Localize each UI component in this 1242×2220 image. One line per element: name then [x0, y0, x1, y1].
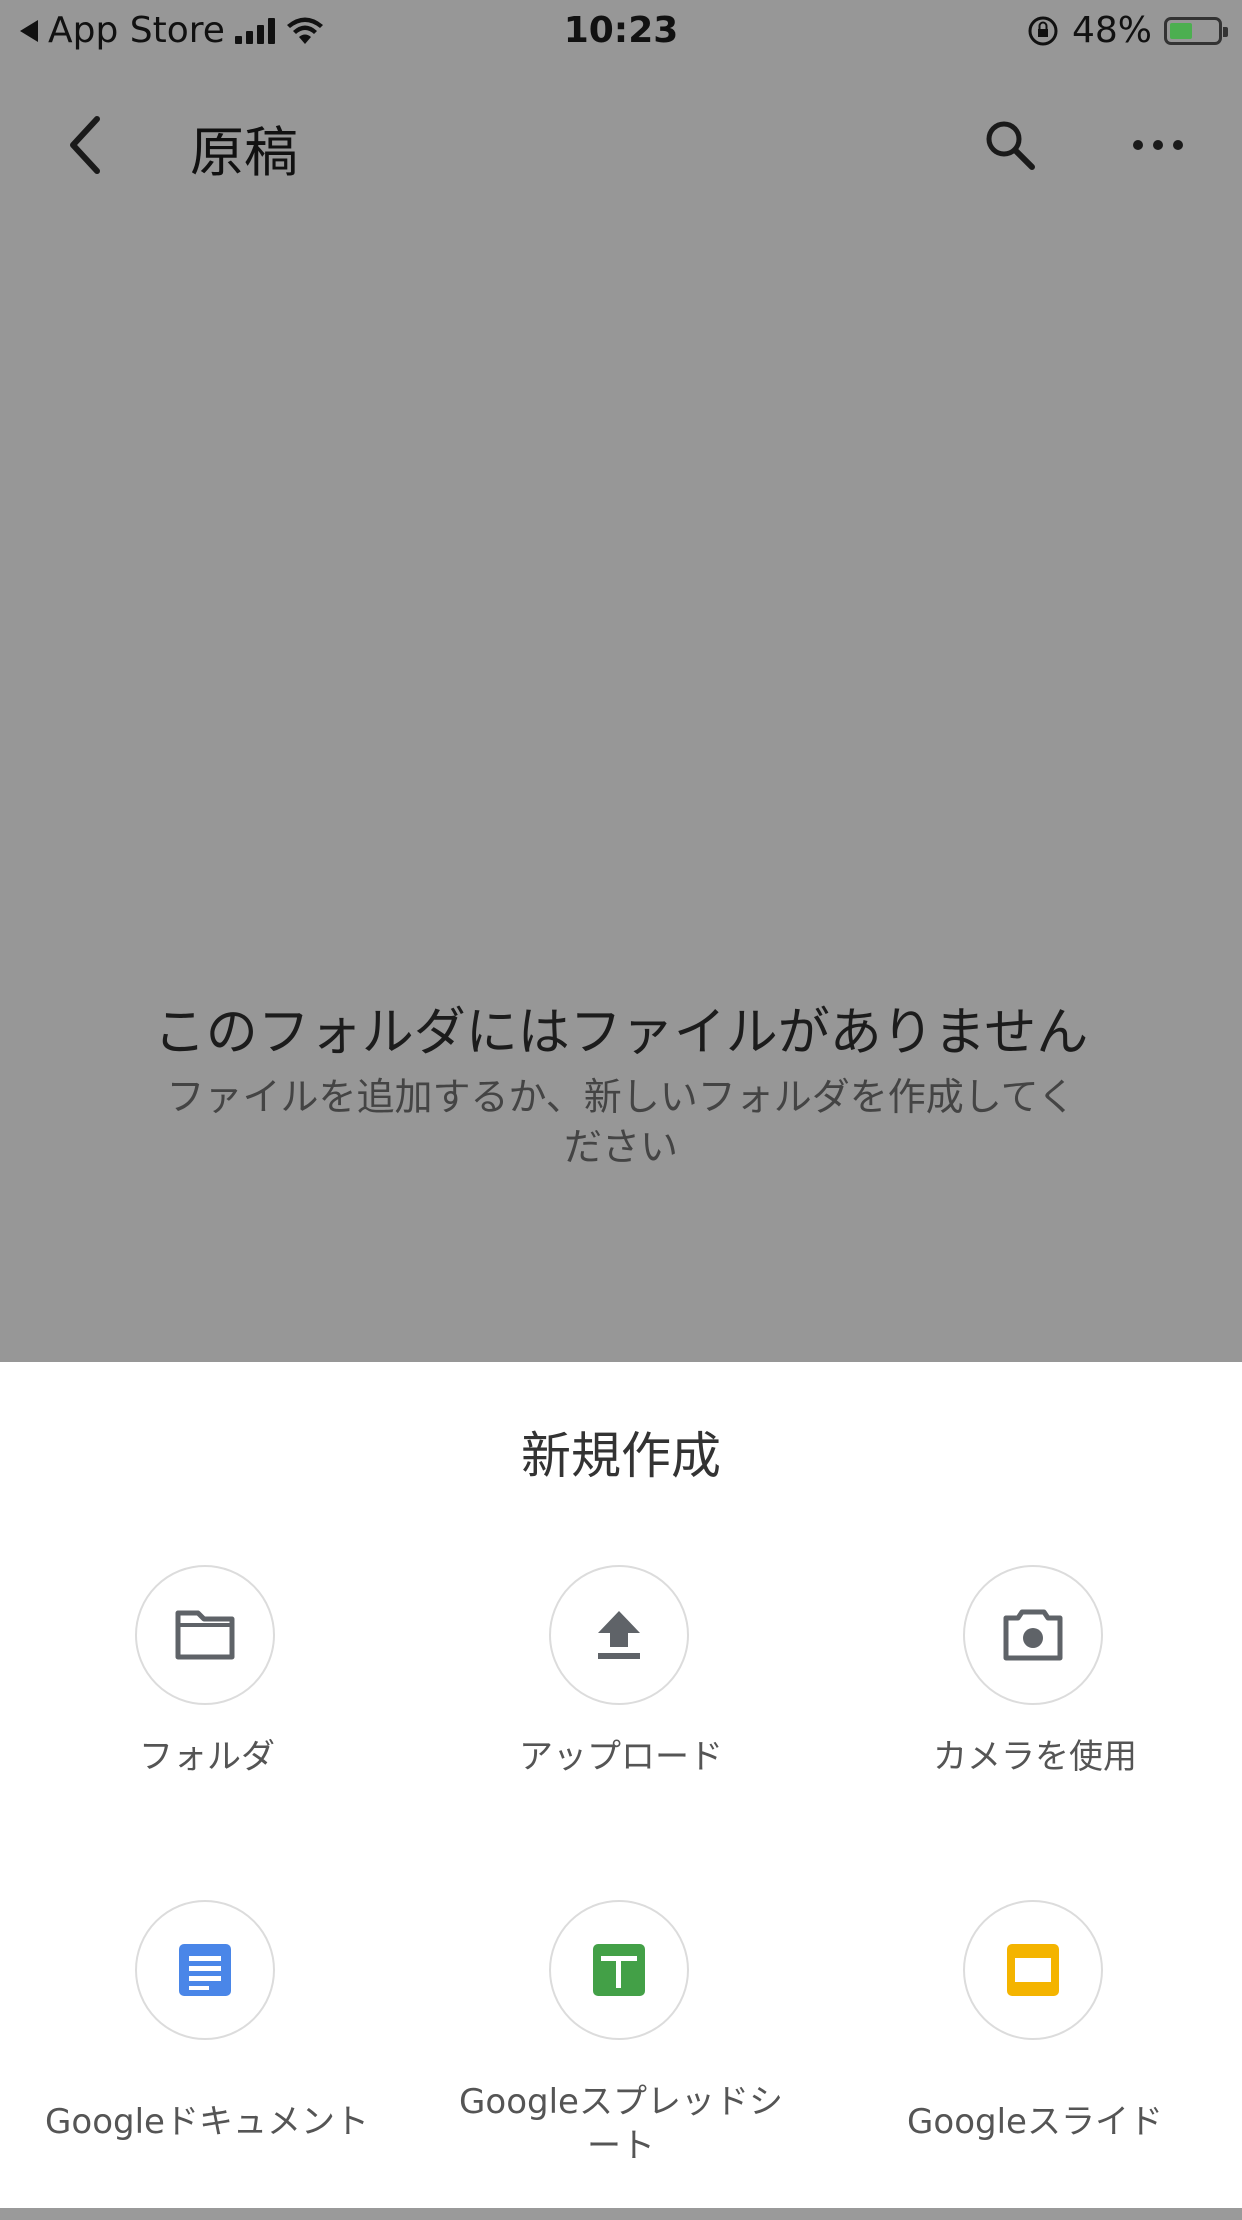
status-bar: App Store 10:23 48% — [0, 0, 1242, 66]
more-options-button[interactable] — [1123, 110, 1193, 180]
search-button[interactable] — [975, 110, 1045, 180]
more-horizontal-icon — [1133, 140, 1183, 150]
upload-option-label: アップロード — [519, 1737, 723, 1777]
status-right: 48% — [1026, 10, 1228, 51]
slides-option-circle[interactable] — [963, 1900, 1103, 2040]
search-icon — [986, 121, 1035, 170]
use-camera-option[interactable]: カメラを使用 — [828, 1565, 1242, 1885]
google-slides-option[interactable]: Googleスライド — [828, 1900, 1242, 2220]
folder-icon — [175, 1610, 235, 1660]
orientation-lock-icon — [1028, 16, 1058, 45]
docs-option-label: Googleドキュメント — [45, 2102, 369, 2142]
back-button[interactable] — [50, 110, 120, 180]
battery-icon — [1164, 16, 1228, 45]
camera-option-label: カメラを使用 — [933, 1737, 1137, 1777]
google-docs-icon — [179, 1944, 231, 1996]
page-title: 原稿 — [190, 121, 298, 184]
folder-option-label: フォルダ — [139, 1737, 275, 1777]
battery-percent: 48% — [1071, 10, 1152, 51]
upload-icon — [598, 1611, 640, 1659]
top-toolbar: 原稿 — [0, 90, 1242, 200]
upload-option-circle[interactable] — [549, 1565, 689, 1705]
google-slides-icon — [1007, 1944, 1059, 1996]
chevron-left-icon — [70, 116, 100, 174]
upload-option[interactable]: アップロード — [414, 1565, 828, 1885]
folder-option-circle[interactable] — [135, 1565, 275, 1705]
sheet-title: 新規作成 — [521, 1427, 721, 1485]
background-app: App Store 10:23 48% 原稿 このフォルダにはファイルがありませ… — [0, 0, 1242, 1362]
create-folder-option[interactable]: フォルダ — [0, 1565, 414, 1885]
create-new-sheet: 新規作成 フォルダ アップロード カメラを使用 Googleドキュメント Goo… — [0, 1362, 1242, 2208]
sheets-option-label: Googleスプレッドシート — [459, 2082, 783, 2166]
docs-option-circle[interactable] — [135, 1900, 275, 2040]
sheets-option-circle[interactable] — [549, 1900, 689, 2040]
empty-state-subtitle: ファイルを追加するか、新しいフォルダを作成してください — [166, 1075, 1076, 1169]
google-sheets-option[interactable]: Googleスプレッドシート — [414, 1900, 828, 2220]
google-sheets-icon — [593, 1944, 645, 1996]
camera-option-circle[interactable] — [963, 1565, 1103, 1705]
slides-option-label: Googleスライド — [907, 2102, 1163, 2142]
camera-icon — [1003, 1609, 1063, 1661]
empty-state-title: このフォルダにはファイルがありません — [153, 1003, 1089, 1063]
google-docs-option[interactable]: Googleドキュメント — [0, 1900, 414, 2220]
